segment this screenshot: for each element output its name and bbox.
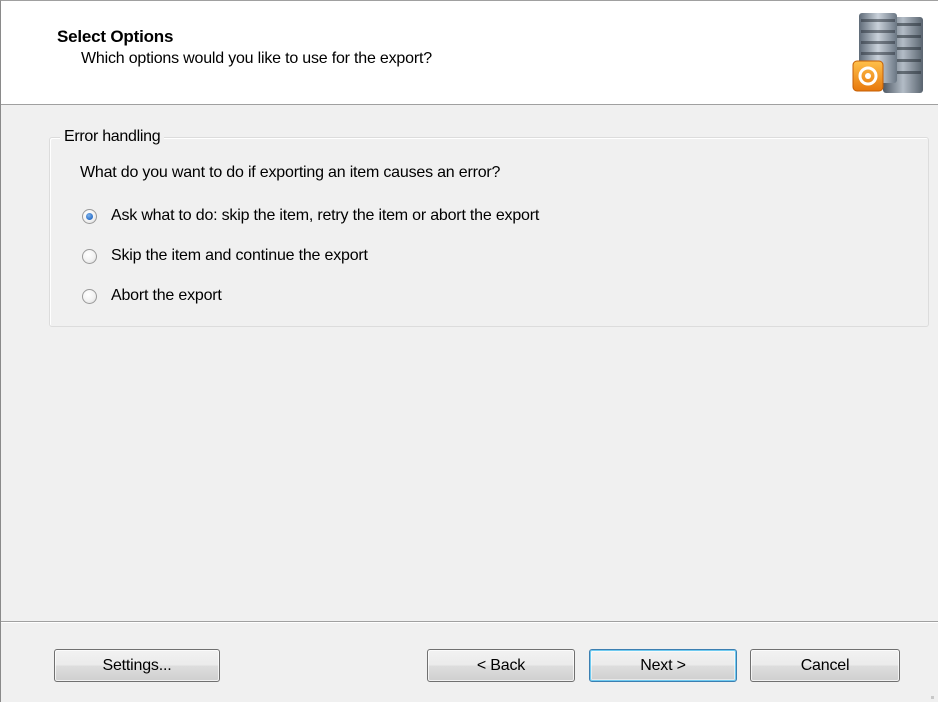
- wizard-content: Error handling What do you want to do if…: [1, 105, 938, 621]
- wizard-footer: Settings... < Back Next > Cancel: [1, 623, 938, 702]
- back-button[interactable]: < Back: [427, 649, 575, 682]
- radio-ask-what-to-do[interactable]: Ask what to do: skip the item, retry the…: [82, 207, 539, 225]
- wizard-header: Select Options Which options would you l…: [1, 1, 938, 105]
- radio-abort-export[interactable]: Abort the export: [82, 287, 222, 305]
- database-export-icon: [852, 13, 923, 93]
- error-question: What do you want to do if exporting an i…: [80, 164, 501, 181]
- radio-skip-item[interactable]: Skip the item and continue the export: [82, 247, 368, 265]
- cancel-button[interactable]: Cancel: [750, 649, 900, 682]
- radio-checked-icon[interactable]: [82, 208, 97, 224]
- group-legend: Error handling: [60, 128, 165, 146]
- page-title: Select Options: [57, 27, 174, 46]
- next-button[interactable]: Next >: [589, 649, 737, 682]
- radio-unchecked-icon[interactable]: [82, 288, 97, 304]
- export-wizard-dialog: Select Options Which options would you l…: [0, 0, 938, 702]
- settings-button[interactable]: Settings...: [54, 649, 220, 682]
- radio-label[interactable]: Ask what to do: skip the item, retry the…: [111, 207, 539, 225]
- radio-label[interactable]: Skip the item and continue the export: [111, 247, 368, 265]
- radio-label[interactable]: Abort the export: [111, 287, 222, 305]
- error-handling-group: Error handling What do you want to do if…: [49, 128, 929, 327]
- radio-unchecked-icon[interactable]: [82, 248, 97, 264]
- page-subtitle: Which options would you like to use for …: [81, 50, 432, 67]
- resize-grip[interactable]: [931, 696, 934, 699]
